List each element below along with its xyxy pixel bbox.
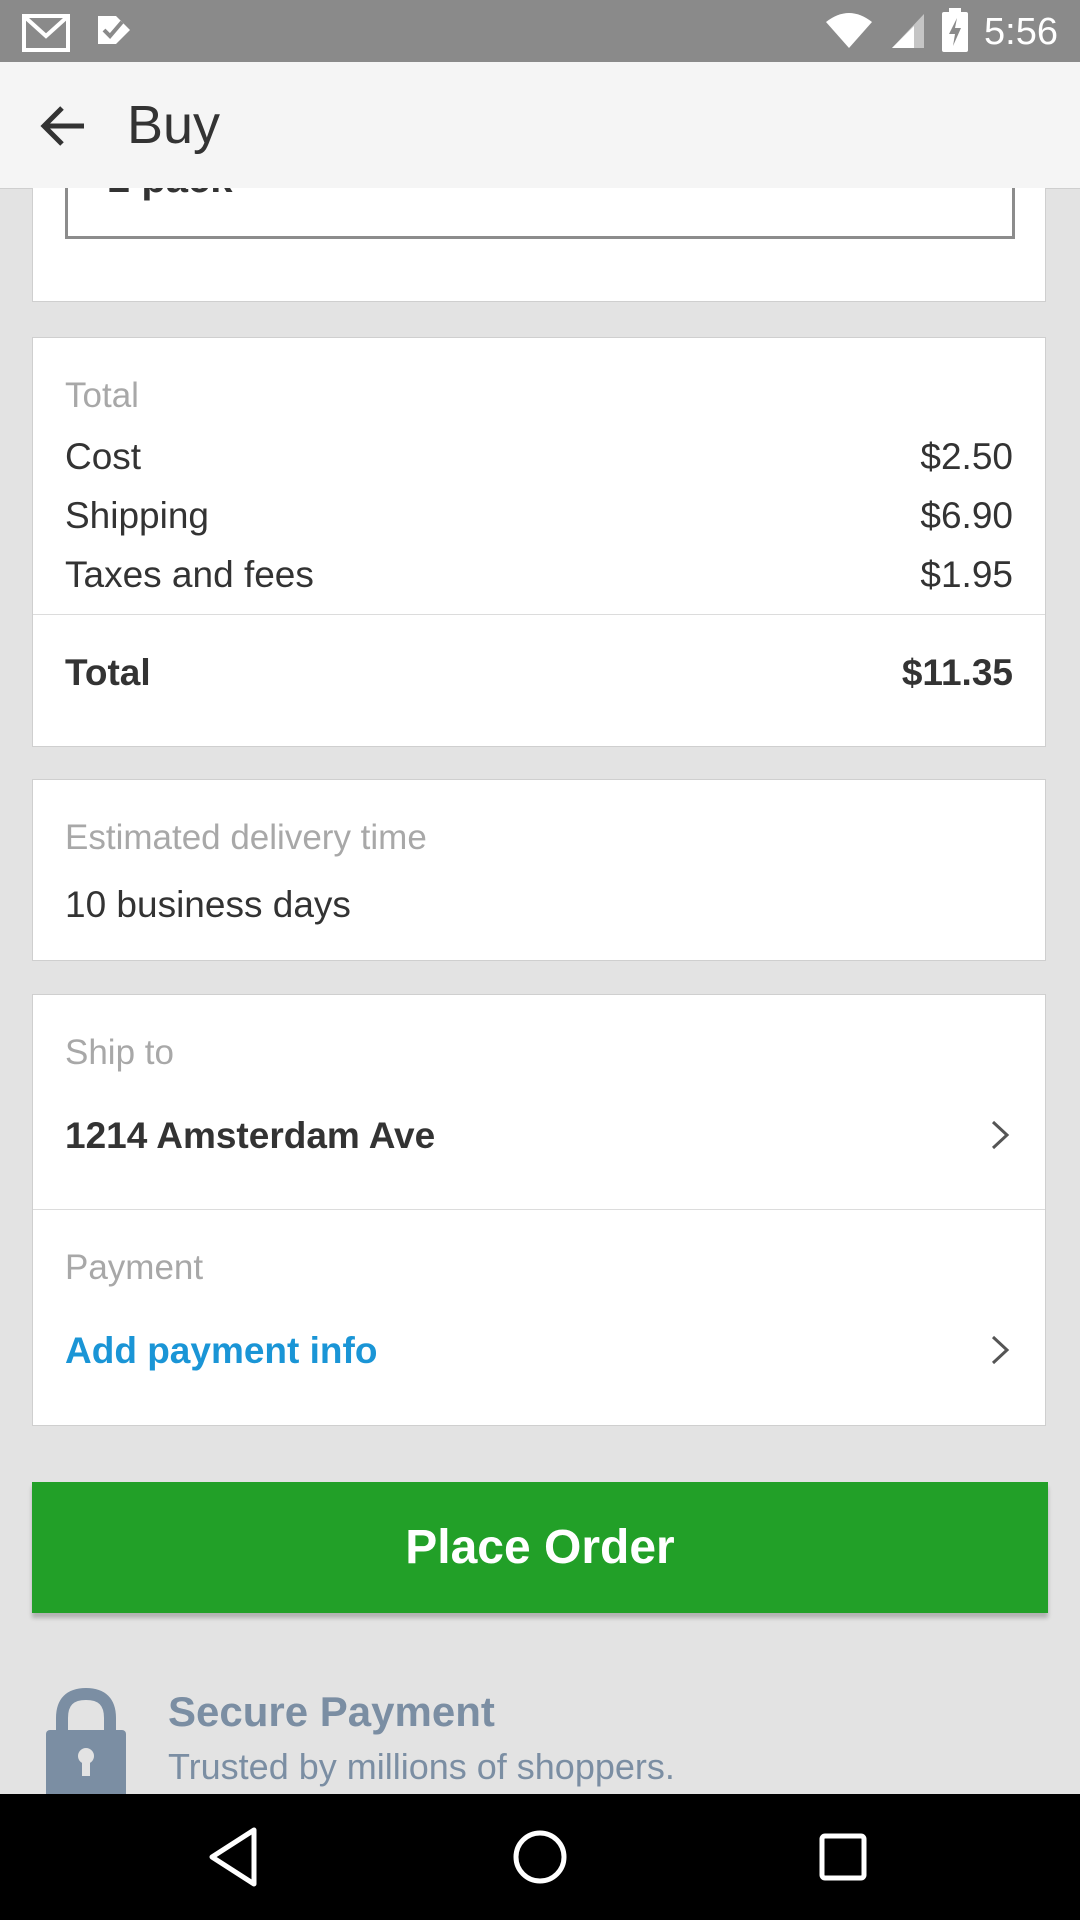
chevron-right-icon [991,1335,1010,1365]
shipping-value: $6.90 [920,495,1013,536]
grand-total-value: $11.35 [901,652,1013,693]
nav-back-icon[interactable] [202,1824,268,1890]
app-bar: Buy [0,62,1080,189]
divider [33,614,1045,615]
delivery-heading: Estimated delivery time [65,818,427,857]
payment-heading: Payment [65,1248,204,1287]
battery-charging-icon [942,8,969,57]
page-title: Buy [127,95,221,155]
secure-payment-banner: Secure Payment Trusted by millions of sh… [0,1688,1080,1794]
scroll-content[interactable]: 2 pack Total Cost $2.50 Shipping $6.90 T… [0,188,1080,1794]
navigation-bar [0,1794,1080,1920]
chevron-right-icon [991,1120,1010,1150]
ship-to-row[interactable]: Ship to 1214 Amsterdam Ave [33,995,1045,1209]
wifi-icon [824,10,874,55]
shipping-row: Shipping $6.90 [65,495,1013,537]
cell-signal-icon [890,10,926,55]
total-card: Total Cost $2.50 Shipping $6.90 Taxes an… [32,337,1046,747]
status-bar: 5:56 [0,0,1080,62]
lock-icon [46,1688,126,1794]
inbox-check-icon [96,12,132,57]
delivery-value: 10 business days [65,884,351,925]
pack-card: 2 pack [32,188,1046,302]
taxes-value: $1.95 [920,554,1013,595]
payment-row[interactable]: Payment Add payment info [33,1210,1045,1425]
cost-label: Cost [65,436,142,477]
pack-selector[interactable]: 2 pack [65,188,1015,239]
grand-total-label: Total [65,652,151,693]
ship-payment-card: Ship to 1214 Amsterdam Ave Payment Add p… [32,994,1046,1426]
cost-value: $2.50 [920,436,1013,477]
back-button[interactable] [36,98,92,154]
shipping-label: Shipping [65,495,210,536]
grand-total-row: Total $11.35 [65,652,1013,694]
cost-row: Cost $2.50 [65,436,1013,478]
secure-subtext: Trusted by millions of shoppers. [168,1746,675,1787]
add-payment-link[interactable]: Add payment info [65,1330,377,1372]
place-order-button[interactable]: Place Order [32,1482,1048,1613]
secure-heading: Secure Payment [168,1688,495,1735]
taxes-row: Taxes and fees $1.95 [65,554,1013,596]
arrow-back-icon [40,106,84,146]
total-heading: Total [65,376,139,415]
gmail-icon [22,12,70,57]
taxes-label: Taxes and fees [65,554,314,595]
clock: 5:56 [984,11,1058,53]
ship-to-address: 1214 Amsterdam Ave [65,1115,436,1156]
pack-selector-value: 2 pack [108,188,233,202]
nav-recents-icon[interactable] [810,1824,876,1890]
nav-home-icon[interactable] [507,1824,573,1890]
delivery-card: Estimated delivery time 10 business days [32,779,1046,961]
ship-to-heading: Ship to [65,1033,174,1072]
